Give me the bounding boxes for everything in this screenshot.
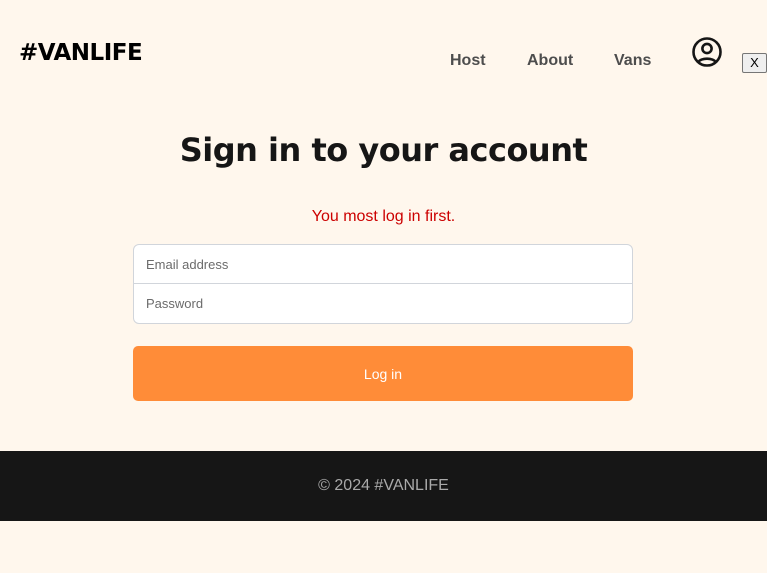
user-circle-icon[interactable] — [691, 36, 723, 68]
nav-link-host[interactable]: Host — [450, 52, 486, 70]
page-title: Sign in to your account — [179, 131, 588, 169]
site-logo[interactable]: #VANLIFE — [19, 40, 143, 66]
password-field[interactable] — [133, 284, 633, 324]
site-header: #VANLIFE Host About Vans X — [0, 0, 767, 110]
email-field[interactable] — [133, 244, 633, 284]
nav-link-vans[interactable]: Vans — [614, 52, 651, 70]
footer-copyright: © 2024 #VANLIFE — [318, 477, 449, 494]
login-error-message: You most log in first. — [311, 208, 456, 225]
close-button[interactable]: X — [742, 53, 767, 73]
login-form — [133, 244, 633, 324]
login-button[interactable]: Log in — [133, 346, 633, 401]
page: #VANLIFE Host About Vans X Sign in to yo… — [0, 0, 767, 573]
nav-link-about[interactable]: About — [527, 52, 573, 70]
site-footer: © 2024 #VANLIFE — [0, 451, 767, 521]
